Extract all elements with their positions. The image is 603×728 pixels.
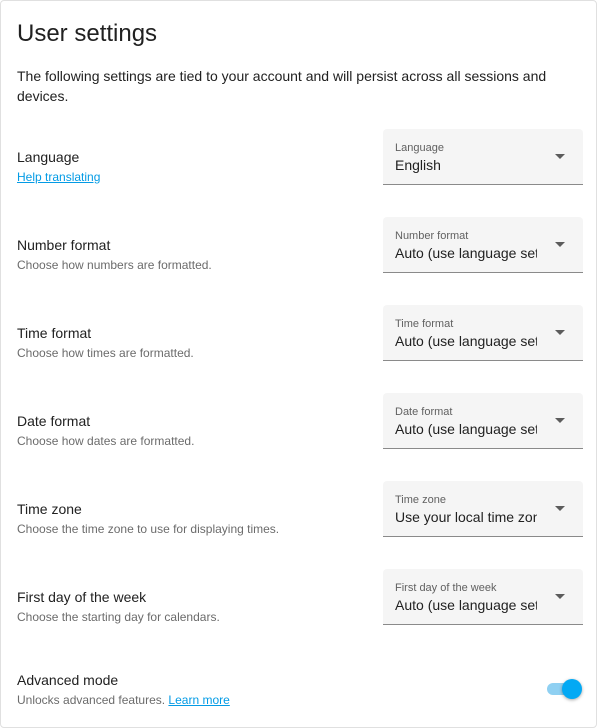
learn-more-link[interactable]: Learn more (168, 693, 229, 707)
setting-description: Choose how numbers are formatted. (17, 258, 212, 272)
select-label: Number format (395, 230, 469, 242)
setting-label: Advanced mode (17, 672, 119, 688)
setting-row-language: Language Help translating Language Engli… (1, 129, 598, 203)
setting-description: Unlocks advanced features. Learn more (17, 692, 230, 708)
setting-label: Language (17, 149, 80, 165)
setting-row-first-weekday: First day of the week Choose the startin… (1, 569, 598, 643)
setting-description: Choose the starting day for calendars. (17, 610, 220, 624)
setting-row-date-format: Date format Choose how dates are formatt… (1, 393, 598, 467)
select-value: Use your local time zone (395, 509, 537, 525)
setting-description: Help translating (17, 169, 100, 185)
time-format-select[interactable]: Time format Auto (use language setting) (383, 305, 583, 361)
advanced-mode-toggle[interactable] (547, 678, 583, 700)
setting-row-number-format: Number format Choose how numbers are for… (1, 217, 598, 291)
select-label: First day of the week (395, 582, 497, 594)
setting-row-time-zone: Time zone Choose the time zone to use fo… (1, 481, 598, 555)
setting-description: Choose the time zone to use for displayi… (17, 522, 280, 536)
select-value: Auto (use language setting) (395, 245, 537, 261)
select-label: Time format (395, 318, 454, 330)
number-format-select[interactable]: Number format Auto (use language setting… (383, 217, 583, 273)
date-format-select[interactable]: Date format Auto (use language setting) (383, 393, 583, 449)
advanced-description-text: Unlocks advanced features. (17, 693, 169, 707)
select-value: English (395, 157, 441, 173)
select-label: Date format (395, 406, 453, 418)
select-value: Auto (use language setting) (395, 421, 537, 437)
dropdown-arrow-icon (555, 594, 565, 599)
select-label: Language (395, 142, 444, 154)
time-zone-select[interactable]: Time zone Use your local time zone (383, 481, 583, 537)
setting-description: Choose how times are formatted. (17, 346, 194, 360)
setting-row-advanced-mode: Advanced mode Unlocks advanced features.… (1, 670, 598, 726)
setting-label: Number format (17, 237, 111, 253)
select-value: Auto (use language setting) (395, 333, 537, 349)
setting-label: First day of the week (17, 589, 147, 605)
language-select[interactable]: Language English (383, 129, 583, 185)
setting-label: Time format (17, 325, 92, 341)
help-translating-link[interactable]: Help translating (17, 170, 100, 184)
select-value: Auto (use language setting) (395, 597, 537, 613)
dropdown-arrow-icon (555, 242, 565, 247)
setting-description: Choose how dates are formatted. (17, 434, 195, 448)
toggle-knob (562, 679, 582, 699)
page-description: The following settings are tied to your … (17, 68, 547, 104)
dropdown-arrow-icon (555, 330, 565, 335)
setting-label: Date format (17, 413, 91, 429)
select-label: Time zone (395, 494, 446, 506)
page-title: User settings (17, 20, 158, 47)
dropdown-arrow-icon (555, 154, 565, 159)
dropdown-arrow-icon (555, 418, 565, 423)
setting-row-time-format: Time format Choose how times are formatt… (1, 305, 598, 379)
first-weekday-select[interactable]: First day of the week Auto (use language… (383, 569, 583, 625)
setting-label: Time zone (17, 501, 82, 517)
settings-card: User settings The following settings are… (0, 0, 597, 728)
dropdown-arrow-icon (555, 506, 565, 511)
